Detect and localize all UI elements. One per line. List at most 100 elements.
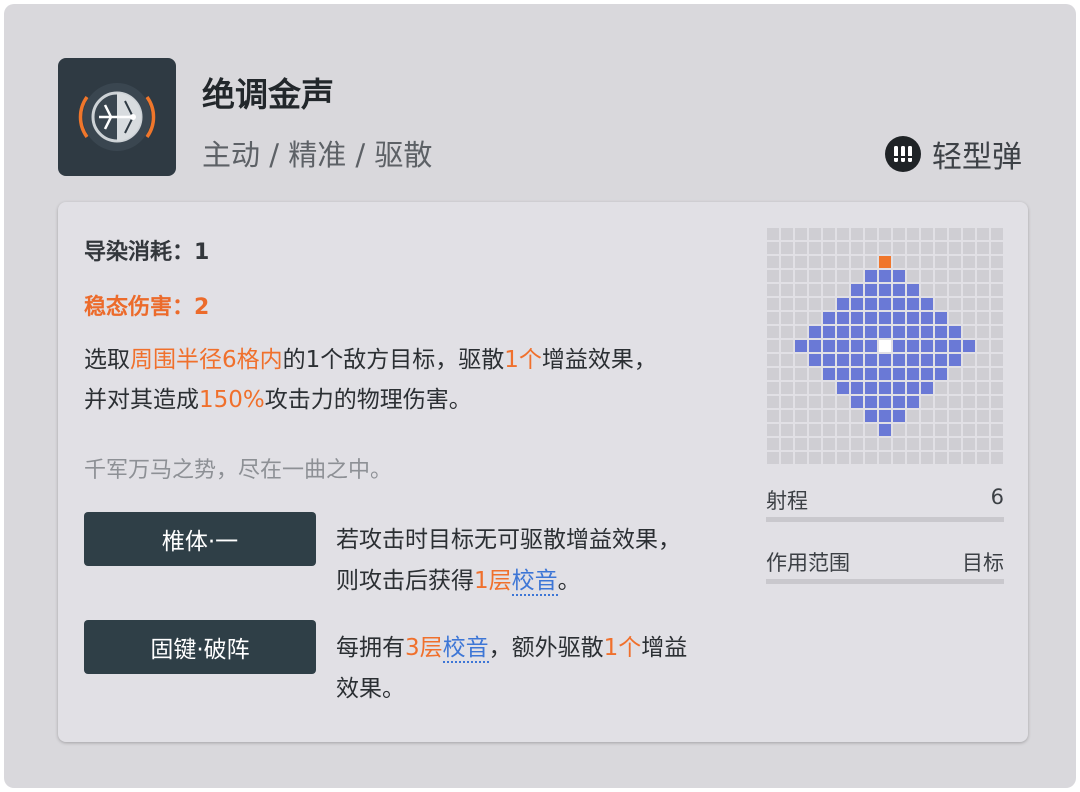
grid-cell-empty [809, 396, 821, 408]
grid-cell-range [823, 326, 835, 338]
skill-panel: 绝调金声 主动 / 精准 / 驱散 轻型弹 导染消耗：1 稳态伤害：2 选取周围… [4, 4, 1076, 788]
grid-cell-empty [809, 284, 821, 296]
grid-cell-empty [963, 228, 975, 240]
grid-cell-empty [767, 368, 779, 380]
keyword-link[interactable]: 校音 [511, 568, 558, 596]
grid-cell-empty [963, 242, 975, 254]
grid-cell-range [837, 298, 849, 310]
grid-cell-empty [795, 312, 807, 324]
flavor-text: 千军万马之势，尽在一曲之中。 [84, 458, 393, 483]
stat-range: 射程 6 [766, 485, 1004, 522]
grid-cell-empty [851, 270, 863, 282]
grid-cell-range [893, 312, 905, 324]
grid-cell-empty [767, 382, 779, 394]
damage-line: 稳态伤害：2 [84, 295, 210, 320]
grid-cell-empty [977, 270, 989, 282]
grid-cell-empty [935, 298, 947, 310]
grid-cell-empty [921, 410, 933, 422]
grid-cell-empty [823, 410, 835, 422]
grid-cell-empty [991, 270, 1003, 282]
grid-cell-empty [963, 396, 975, 408]
keyword-link[interactable]: 校音 [442, 635, 489, 663]
grid-cell-empty [935, 410, 947, 422]
grid-cell-empty [949, 298, 961, 310]
grid-cell-empty [949, 452, 961, 464]
text-segment: 。 [557, 568, 581, 594]
grid-cell-empty [949, 396, 961, 408]
grid-cell-range [865, 368, 877, 380]
grid-cell-range [907, 326, 919, 338]
grid-cell-empty [809, 410, 821, 422]
grid-cell-empty [977, 242, 989, 254]
text-segment: 的1个敌方目标，驱散 [282, 347, 505, 373]
grid-cell-empty [837, 452, 849, 464]
grid-cell-empty [767, 312, 779, 324]
grid-cell-empty [977, 256, 989, 268]
grid-cell-empty [893, 228, 905, 240]
grid-cell-empty [865, 228, 877, 240]
grid-cell-empty [893, 256, 905, 268]
grid-cell-empty [809, 424, 821, 436]
grid-cell-range [921, 382, 933, 394]
grid-cell-range [879, 354, 891, 366]
skill-detail-card: 导染消耗：1 稳态伤害：2 选取周围半径6格内的1个敌方目标，驱散1个增益效果，… [58, 202, 1028, 742]
text-segment: 选取 [84, 347, 130, 373]
grid-cell-empty [781, 354, 793, 366]
grid-cell-empty [809, 228, 821, 240]
grid-cell-range [837, 368, 849, 380]
ammo-label: 轻型弹 [932, 140, 1022, 175]
grid-cell-empty [795, 354, 807, 366]
grid-cell-range [907, 340, 919, 352]
grid-cell-empty [991, 368, 1003, 380]
grid-cell-empty [809, 382, 821, 394]
grid-cell-empty [837, 438, 849, 450]
grid-cell-range [851, 340, 863, 352]
grid-cell-range [921, 326, 933, 338]
grid-cell-empty [823, 382, 835, 394]
grid-cell-empty [767, 326, 779, 338]
text-segment: 增益 [641, 635, 688, 661]
grid-cell-empty [991, 382, 1003, 394]
grid-cell-empty [795, 242, 807, 254]
grid-cell-empty [963, 452, 975, 464]
stat-area: 作用范围 目标 [766, 547, 1004, 584]
grid-cell-empty [795, 298, 807, 310]
grid-cell-empty [795, 228, 807, 240]
grid-cell-empty [963, 438, 975, 450]
grid-cell-empty [879, 228, 891, 240]
grid-cell-empty [809, 368, 821, 380]
grid-cell-range [879, 368, 891, 380]
grid-cell-empty [795, 396, 807, 408]
grid-cell-empty [851, 424, 863, 436]
grid-cell-empty [921, 452, 933, 464]
grid-cell-range [907, 312, 919, 324]
grid-cell-empty [837, 396, 849, 408]
grid-cell-empty [809, 438, 821, 450]
grid-cell-empty [991, 438, 1003, 450]
grid-cell-range [851, 396, 863, 408]
highlight-value: 1个 [603, 635, 642, 661]
grid-cell-empty [823, 424, 835, 436]
grid-cell-empty [991, 424, 1003, 436]
stat-divider [766, 517, 1004, 522]
grid-cell-empty [781, 326, 793, 338]
grid-cell-target [879, 256, 891, 268]
grid-cell-empty [781, 410, 793, 422]
grid-cell-empty [963, 410, 975, 422]
grid-cell-empty [781, 242, 793, 254]
grid-cell-empty [823, 242, 835, 254]
module-button-1[interactable]: 椎体·一 [84, 512, 316, 566]
grid-cell-empty [893, 242, 905, 254]
stat-range-value: 6 [990, 485, 1004, 509]
grid-cell-origin [879, 340, 891, 352]
grid-cell-empty [767, 256, 779, 268]
grid-cell-empty [977, 410, 989, 422]
text-segment: 攻击力的物理伤害。 [264, 387, 472, 413]
grid-cell-range [893, 298, 905, 310]
grid-cell-empty [935, 242, 947, 254]
grid-cell-range [865, 382, 877, 394]
text-segment: 增益效果， [541, 347, 657, 373]
grid-cell-empty [767, 410, 779, 422]
module-button-2[interactable]: 固键·破阵 [84, 620, 316, 674]
grid-cell-empty [781, 298, 793, 310]
